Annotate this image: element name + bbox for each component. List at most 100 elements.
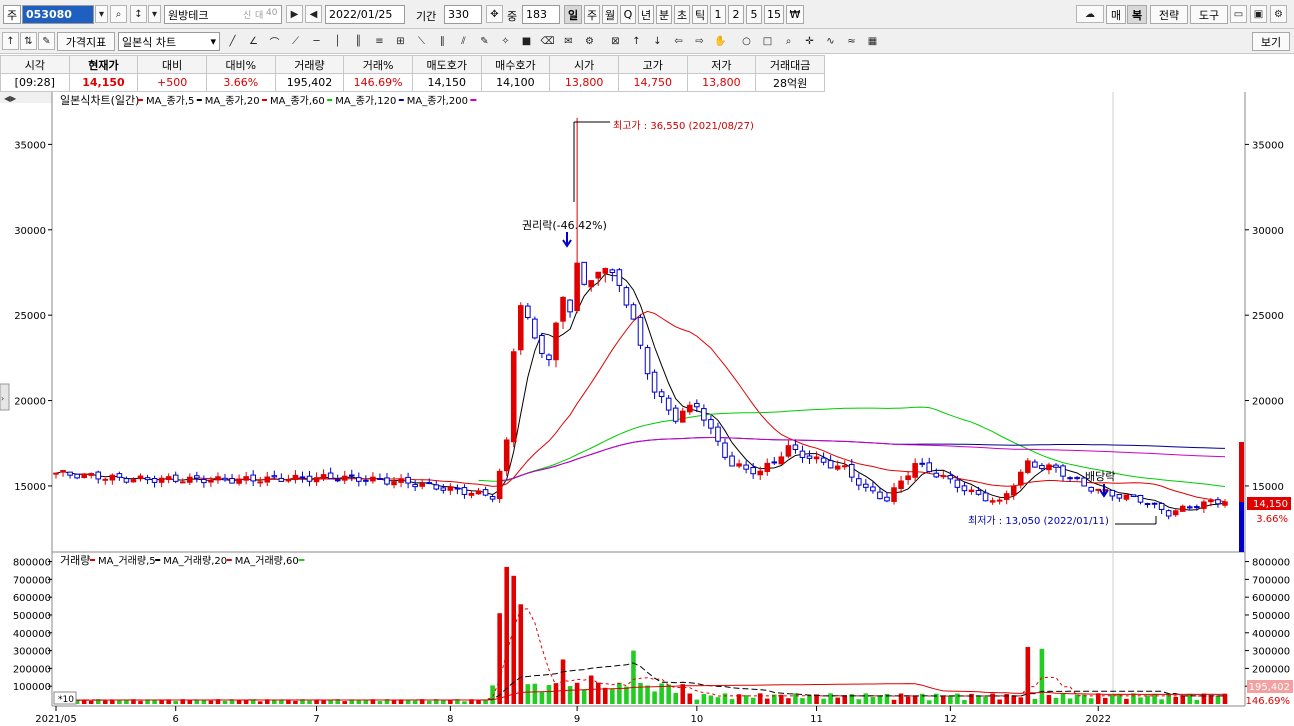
edit-icon[interactable]: ✎ — [38, 32, 55, 50]
price-tick-label: 20000 — [1252, 397, 1284, 408]
wave-icon[interactable]: ∿ — [822, 32, 839, 50]
eraser-icon[interactable]: ⌫ — [539, 32, 556, 50]
tab-7[interactable]: 초 — [674, 5, 690, 24]
overlap-input[interactable]: 183 — [522, 5, 560, 24]
candle-body — [870, 486, 876, 492]
sell-button[interactable]: 매 — [1106, 5, 1126, 24]
speed-line-icon[interactable]: ⟍ — [413, 32, 430, 50]
arc-icon[interactable]: ⌒ — [266, 32, 283, 50]
fibo-icon[interactable]: ≡ — [371, 32, 388, 50]
candle-body — [81, 473, 87, 479]
candle-body — [1017, 471, 1024, 486]
tab-12[interactable]: 15 — [764, 5, 784, 24]
volume-bar — [687, 693, 693, 704]
candle-body — [827, 460, 834, 469]
table-icon[interactable]: ▦ — [864, 32, 881, 50]
period-input[interactable]: 330 — [444, 5, 482, 24]
arrow-down-icon[interactable]: ↓ — [649, 32, 666, 50]
horizontal-line-icon[interactable]: ─ — [308, 32, 325, 50]
note-icon[interactable]: ✉ — [560, 32, 577, 50]
search-icon[interactable]: ⌕ — [110, 5, 127, 23]
candle-body — [926, 462, 933, 473]
volume-bar — [877, 695, 883, 704]
tab-13[interactable]: ₩ — [786, 5, 804, 24]
tab-8[interactable]: 틱 — [692, 5, 708, 24]
tab-9[interactable]: 1 — [710, 5, 726, 24]
volume-bar — [448, 700, 453, 704]
channel-icon[interactable]: ⫽ — [455, 32, 472, 50]
circle-icon[interactable]: ○ — [738, 32, 755, 50]
arrow-up-icon[interactable]: ↑ — [628, 32, 645, 50]
folder-icon[interactable]: ▭ — [1230, 5, 1247, 23]
tab-4[interactable]: Q — [620, 5, 636, 24]
multi-button[interactable]: 복 — [1127, 5, 1147, 24]
code-dropdown-icon[interactable]: ▾ — [95, 5, 108, 23]
angle-line-icon[interactable]: ∠ — [245, 32, 262, 50]
tab-1[interactable]: 일 — [564, 5, 582, 24]
candle-body — [1116, 494, 1123, 499]
fan-line-icon[interactable]: ⟋ — [287, 32, 304, 50]
arrow-left-icon[interactable]: ⇦ — [670, 32, 687, 50]
candle-body — [461, 487, 468, 495]
sort-icon[interactable]: ↕ — [130, 5, 147, 23]
quote-header-10: 고가 — [617, 55, 688, 74]
volume-bar — [793, 693, 798, 704]
candle-body — [687, 404, 693, 413]
cycle-lines-icon[interactable]: ║ — [350, 32, 367, 50]
stock-name-field[interactable]: 원방테크 — [164, 5, 282, 24]
zoom-icon[interactable]: ⌕ — [780, 32, 797, 50]
vertical-line-icon[interactable]: │ — [329, 32, 346, 50]
arrow-right-icon[interactable]: ⇨ — [691, 32, 708, 50]
stock-chart[interactable]: ◀▶ › 15000 15000 20000 20000 25000 25000 30000… — [0, 92, 1294, 726]
candle-body — [947, 475, 954, 480]
candle-body — [989, 500, 996, 503]
magic-icon[interactable]: ✧ — [497, 32, 514, 50]
save-icon[interactable]: ▣ — [1250, 5, 1267, 23]
tab-10[interactable]: 2 — [728, 5, 744, 24]
candle-body — [250, 474, 256, 482]
date-input[interactable]: 2022/01/25 — [325, 5, 405, 24]
pencil-icon[interactable]: ✎ — [476, 32, 493, 50]
cloud-icon[interactable]: ☁ — [1076, 5, 1104, 23]
trend-line-icon[interactable]: ╱ — [224, 32, 241, 50]
stock-code-input[interactable]: 053080 — [22, 5, 94, 24]
quote-value-row: [09:28] 14,150 +500 3.66% 195,402 146.69% 14,1… — [0, 73, 825, 92]
tab-11[interactable]: 5 — [746, 5, 762, 24]
parallel-line-icon[interactable]: ∥ — [434, 32, 451, 50]
bar-lines-icon[interactable]: ⊞ — [392, 32, 409, 50]
view-button[interactable]: 보기 — [1252, 32, 1290, 51]
candle-body — [391, 481, 397, 486]
market-button[interactable]: 주 — [3, 5, 21, 24]
up-arrow-icon[interactable]: ↑ — [2, 32, 19, 50]
settings-icon[interactable]: ⚙ — [581, 32, 598, 50]
color-icon[interactable]: ■ — [518, 32, 535, 50]
swap-icon[interactable]: ⇅ — [20, 32, 37, 50]
candle-body — [348, 474, 355, 477]
chart-type-select[interactable]: 일본식 차트 ▾ — [118, 32, 220, 51]
volume-bar — [342, 701, 348, 704]
sort-dropdown-icon[interactable]: ▾ — [148, 5, 161, 23]
candle-body — [778, 456, 785, 465]
tab-6[interactable]: 분 — [656, 5, 672, 24]
hand-icon[interactable]: ✋ — [712, 32, 729, 50]
tab-2[interactable]: 주 — [584, 5, 600, 24]
indicator-button[interactable]: 가격지표 — [57, 32, 115, 51]
prev-stock-icon[interactable]: ◀ — [305, 5, 322, 23]
next-stock-icon[interactable]: ▶ — [286, 5, 303, 23]
rect-icon[interactable]: □ — [759, 32, 776, 50]
candle-body — [320, 474, 327, 480]
tab-5[interactable]: 년 — [638, 5, 654, 24]
candle-body — [525, 305, 531, 319]
tab-3[interactable]: 월 — [602, 5, 618, 24]
wrench-icon[interactable]: ⚙ — [1270, 5, 1287, 23]
wave2-icon[interactable]: ≈ — [843, 32, 860, 50]
x-tick-label: 9 — [574, 714, 580, 725]
box-icon[interactable]: ⊠ — [607, 32, 624, 50]
chart-collapse-icon[interactable]: ◀▶ — [4, 94, 17, 103]
tools-button[interactable]: 도구 — [1190, 5, 1228, 24]
expand-icon[interactable]: ✥ — [486, 5, 503, 23]
crosshair-icon[interactable]: ✛ — [801, 32, 818, 50]
strategy-button[interactable]: 전략 — [1150, 5, 1188, 24]
candle-body — [187, 476, 193, 483]
volume-bar — [504, 566, 509, 704]
